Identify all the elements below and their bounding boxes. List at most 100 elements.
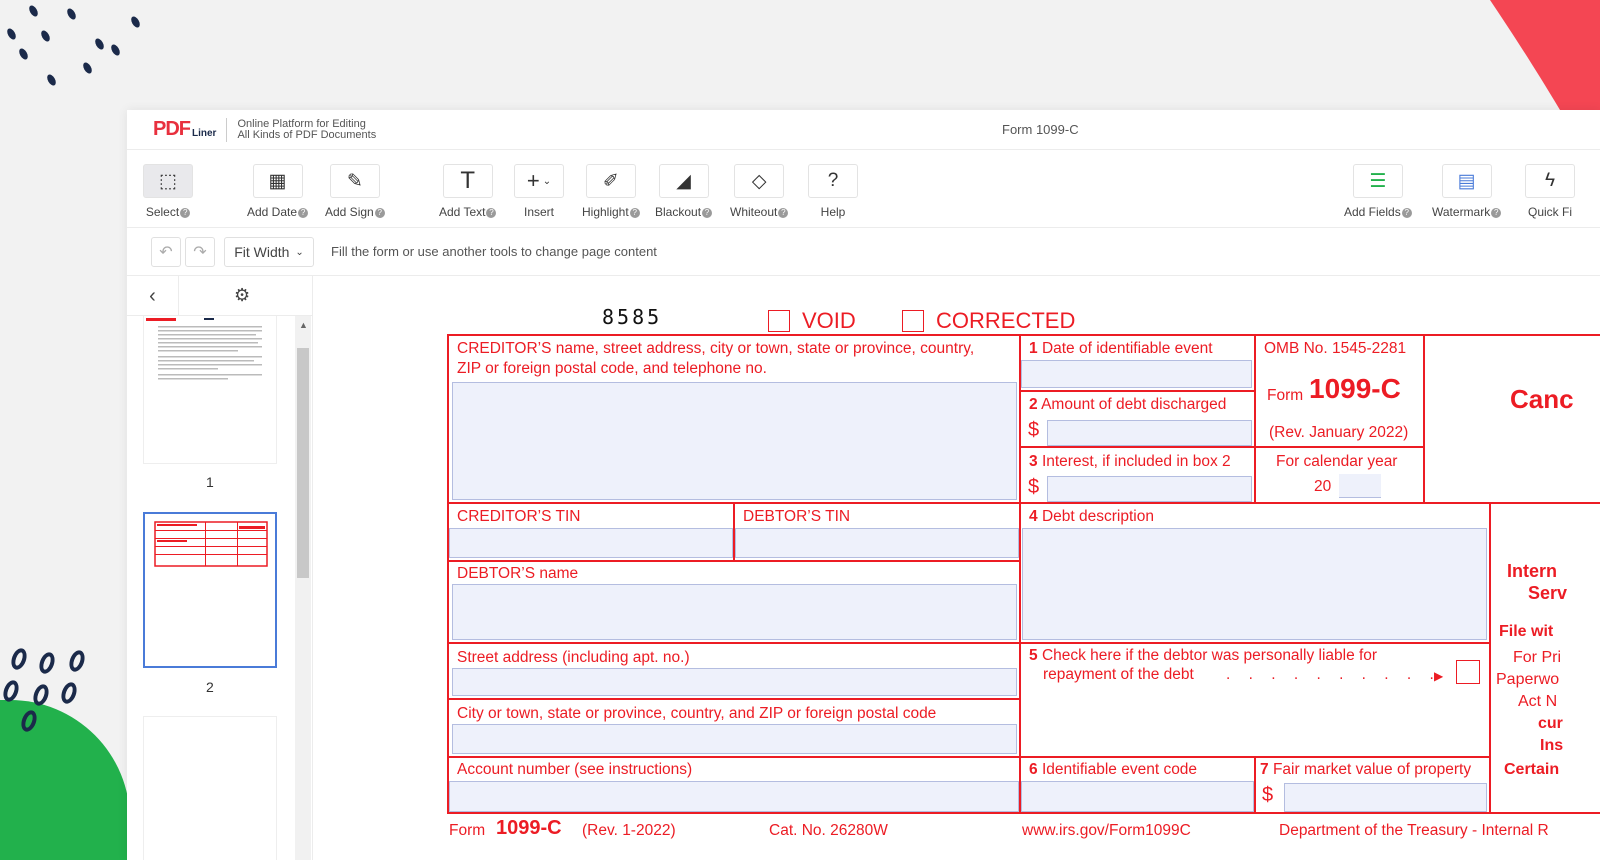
creditor-name-label-2: ZIP or foreign postal code, and telephon… [457,360,767,377]
scroll-up-arrow-icon[interactable]: ▲ [299,320,308,330]
box7-fair-market-value-field[interactable] [1284,783,1487,812]
scrollbar-thumb[interactable] [297,348,309,578]
right-text-ins: Ins [1540,737,1564,754]
year-prefix: 20 [1314,478,1332,495]
omb-number: OMB No. 1545-2281 [1264,340,1407,357]
plus-dropdown-icon: + ⌄ [514,164,564,198]
debtor-name-field[interactable] [452,584,1017,640]
box5-checkbox[interactable] [1456,660,1480,684]
help-hint-icon[interactable]: ? [486,207,497,218]
box2-label: 2 Amount of debt discharged [1029,395,1226,414]
help-hint-icon[interactable]: ? [1491,207,1502,218]
box3-number: 3 [1029,453,1038,470]
help-hint-icon[interactable]: ? [374,207,385,218]
watermark-button[interactable]: ▤ Watermark? [1432,164,1502,219]
box1-date-field[interactable] [1021,360,1252,388]
creditor-tin-label: CREDITOR’S TIN [457,508,581,525]
city-field[interactable] [452,724,1017,754]
calendar-year-field[interactable] [1339,474,1381,498]
box2-amount-field[interactable] [1047,420,1252,446]
form-heading-partial: Canc [1510,384,1574,414]
box6-event-code-field[interactable] [1021,781,1254,812]
box4-number: 4 [1029,508,1038,525]
quick-fill-button[interactable]: ϟ Quick Fi [1525,164,1575,219]
collapse-sidebar-button[interactable]: ‹ [127,276,179,316]
void-checkbox[interactable] [768,310,790,332]
form-rule [1254,334,1256,502]
whiteout-button[interactable]: ◇ Whiteout? [730,164,789,219]
form-rule [1019,446,1254,448]
form-rule [1254,446,1423,448]
decor-dots [0,0,160,100]
blackout-label: Blackout [655,205,702,219]
creditor-name-field[interactable] [452,382,1017,500]
form-code: 8585 [602,305,663,329]
box4-debt-description-field[interactable] [1022,528,1487,640]
corrected-label: CORRECTED [936,308,1076,333]
box6-number: 6 [1029,761,1038,778]
page-thumbnail-3[interactable] [143,716,277,860]
redo-icon: ↷ [193,244,207,261]
add-fields-label: Add Fields [1344,205,1401,219]
logo-liner-text: Liner [192,128,217,139]
form-revision: (Rev. January 2022) [1269,424,1409,441]
corrected-checkbox[interactable] [902,310,924,332]
arrow-right-icon: ▶ [1434,669,1444,683]
box6-label: 6 Identifiable event code [1029,760,1197,779]
add-sign-label: Add Sign [325,205,374,219]
redo-button[interactable]: ↷ [185,237,215,267]
add-date-button[interactable]: ▦ Add Date? [247,164,309,219]
help-hint-icon[interactable]: ? [778,207,789,218]
add-fields-button[interactable]: ☰ Add Fields? [1344,164,1412,219]
box1-label: 1 Date of identifiable event [1029,339,1213,358]
help-button[interactable]: ? Help [808,164,858,219]
insert-button[interactable]: + ⌄ Insert [514,164,564,219]
form-rule [447,642,1489,644]
right-text-cur: cur [1538,715,1563,732]
blackout-button[interactable]: ◢ Blackout? [655,164,713,219]
sidebar-scrollbar[interactable]: ▲ [295,316,311,860]
box7-number: 7 [1260,761,1269,778]
account-number-label: Account number (see instructions) [457,761,693,778]
debtor-name-label: DEBTOR’S name [457,565,579,582]
tagline-line-2: All Kinds of PDF Documents [237,128,377,141]
help-hint-icon[interactable]: ? [180,207,191,218]
box5-label: 5 Check here if the debtor was personall… [1029,646,1377,665]
logo[interactable]: PDF Liner Online Platform for Editing Al… [153,110,376,150]
right-text-forpri: For Pri [1513,649,1561,666]
box3-dollar: $ [1028,476,1040,498]
debtor-tin-field[interactable] [735,528,1019,558]
add-sign-button[interactable]: ✎ Add Sign? [325,164,385,219]
add-text-button[interactable]: T Add Text? [439,164,497,219]
pen-icon: ✎ [329,164,380,198]
add-text-label: Add Text [439,205,486,219]
right-text-intern: Intern [1507,561,1558,581]
box5-number: 5 [1029,647,1038,664]
zoom-select[interactable]: Fit Width ⌄ [224,237,314,267]
footer-form-number: 1099-C [496,817,562,839]
box1-text: Date of identifiable event [1041,340,1213,357]
box3-interest-field[interactable] [1047,476,1252,502]
select-tool-button[interactable]: ⬚ Select? [143,164,193,219]
account-number-field[interactable] [449,781,1019,812]
page-number-2: 2 [206,679,214,695]
box2-number: 2 [1029,396,1038,413]
help-hint-icon[interactable]: ? [629,207,640,218]
page-thumbnail-2[interactable] [143,512,277,668]
undo-button[interactable]: ↶ [151,237,181,267]
page-settings-icon[interactable]: ⚙ [234,285,250,306]
page-thumbnail-1[interactable] [143,316,277,464]
box4-text: Debt description [1041,508,1154,525]
chevron-left-icon: ‹ [149,284,156,307]
help-hint-icon[interactable]: ? [702,207,713,218]
help-hint-icon[interactable]: ? [1401,207,1412,218]
box5-text-2: repayment of the debt [1043,666,1194,683]
right-text-actn: Act N [1518,693,1558,710]
select-tool-label: Select [145,205,180,219]
right-text-certain: Certain [1504,761,1560,778]
creditor-tin-field[interactable] [449,528,733,558]
street-address-field[interactable] [452,668,1017,696]
toolbar: ⬚ Select? ▦ Add Date? ✎ Add Sign? T Add … [127,150,1600,228]
highlight-button[interactable]: ✐ Highlight? [582,164,640,219]
help-hint-icon[interactable]: ? [298,207,309,218]
